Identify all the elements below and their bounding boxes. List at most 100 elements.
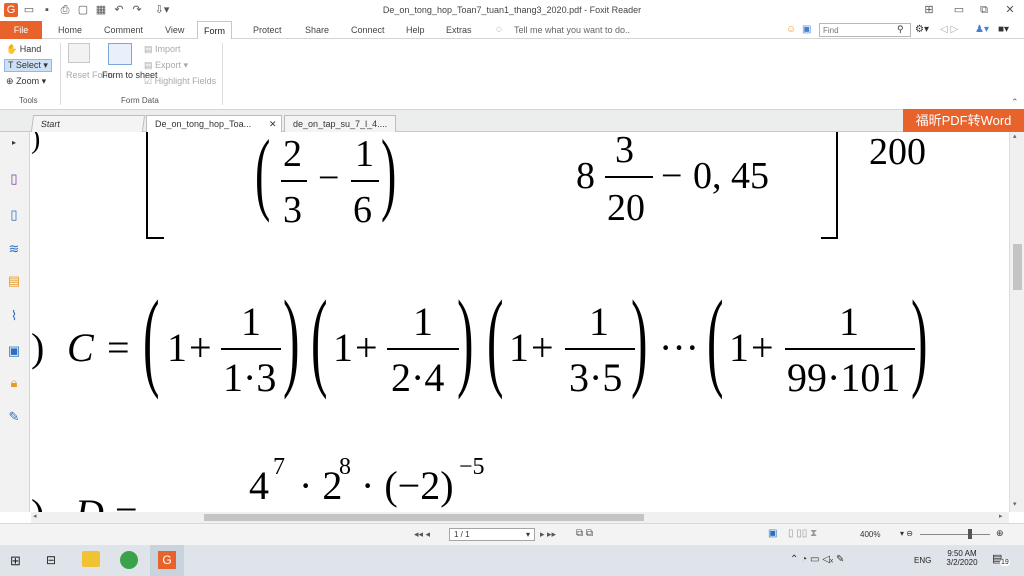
tab-connect[interactable]: Connect <box>345 21 391 39</box>
export-button[interactable]: ▤ Export ▾ <box>144 60 188 71</box>
tell-me-box[interactable]: Tell me what you want to do.. <box>508 21 636 39</box>
tab-comment[interactable]: Comment <box>98 21 149 39</box>
layers-icon[interactable]: ≋ <box>5 240 23 258</box>
scroll-up-icon[interactable]: ▴ <box>1013 132 1017 140</box>
scroll-left-icon[interactable]: ◂ <box>33 512 37 520</box>
collapse-ribbon-icon[interactable]: ⌃ <box>1011 97 1019 108</box>
close-tab-icon[interactable]: ✕ <box>269 116 277 132</box>
ellipsis: ··· <box>659 325 699 370</box>
notification-icon[interactable]: ▣ <box>802 24 811 35</box>
bookmark-icon[interactable]: ▯ <box>5 170 23 188</box>
hand-tool[interactable]: ✋ Hand <box>6 44 41 55</box>
alert-icon[interactable]: ♟▾ <box>975 24 989 35</box>
paren-close: ) <box>911 278 928 400</box>
paren-open: ( <box>143 278 160 400</box>
clock[interactable]: 9:50 AM 3/2/2020 <box>942 549 982 567</box>
select-tool[interactable]: T Select ▾ <box>4 59 52 72</box>
settings-icon[interactable]: ⚙▾ <box>915 24 929 35</box>
zoom-icon: ⊕ <box>6 76 14 86</box>
attachments-icon[interactable]: ⌇ <box>5 307 23 325</box>
doc-tab-start[interactable]: Start <box>30 115 146 132</box>
doc-tab-label: De_on_tong_hop_Toa... <box>155 119 252 129</box>
zoom-tool[interactable]: ⊕ Zoom ▾ <box>6 76 46 87</box>
variable-d: D <box>75 490 104 512</box>
zoom-level[interactable]: 400% <box>860 530 880 539</box>
scroll-thumb[interactable] <box>1013 244 1022 290</box>
doc-tab-other[interactable]: de_on_tap_su_7_l_4.... <box>284 115 396 132</box>
bracket-right <box>836 132 838 239</box>
minus-sign: − <box>661 155 683 197</box>
comments-icon[interactable]: ▤ <box>5 272 23 290</box>
frac-bar <box>221 348 281 350</box>
zoom-in-icon[interactable]: ⊕ <box>996 528 1004 539</box>
security-lock-icon[interactable]: 🔒︎ <box>5 374 23 392</box>
bracket-left <box>146 132 148 239</box>
paren-close: ) <box>457 278 474 400</box>
file-explorer-icon[interactable] <box>82 551 100 567</box>
continuous-page-icon[interactable]: ▯ ▯▯ ⧗ <box>788 528 817 539</box>
zoom-dropdown-icon[interactable]: ▾ ⊖ <box>900 529 913 538</box>
pdf-to-word-promo[interactable]: 福昕PDF转Word <box>903 109 1024 132</box>
expand-panel-icon[interactable]: ▸ <box>12 138 16 147</box>
scroll-down-icon[interactable]: ▾ <box>1013 500 1017 508</box>
tab-help[interactable]: Help <box>400 21 431 39</box>
exponent: −5 <box>459 454 485 480</box>
account-icon[interactable]: ■▾ <box>998 24 1009 35</box>
title-bar: G ▭ ▪ ⎙ ▢ ▦ ↶ ↷ ⇩▾ De_on_tong_hop_Toan7_… <box>0 0 1024 21</box>
zoom-label: Zoom <box>16 76 40 86</box>
window-title: De_on_tong_hop_Toan7_tuan1_thang3_2020.p… <box>382 5 642 15</box>
form-to-sheet-button[interactable]: Form to sheet <box>102 70 158 81</box>
foxit-taskbar-button[interactable]: G <box>150 545 184 576</box>
lightbulb-icon: ◌ <box>496 24 502 35</box>
scroll-thumb[interactable] <box>204 514 644 521</box>
language-indicator[interactable]: ENG <box>914 556 931 565</box>
base-four: 4 <box>249 463 269 508</box>
scroll-right-icon[interactable]: ▸ <box>999 512 1003 520</box>
feedback-icon[interactable]: ☺ <box>786 24 796 35</box>
plus-sign: + <box>189 325 212 370</box>
task-view-icon[interactable]: ⊟ <box>46 553 56 567</box>
hand-label: Hand <box>19 44 42 54</box>
tab-extras[interactable]: Extras <box>440 21 478 39</box>
view-pages-icon[interactable]: ⧉ ⧉ <box>576 528 593 539</box>
frac-bar <box>387 348 459 350</box>
term-one: 1 <box>333 325 353 370</box>
fields-icon[interactable]: ✎ <box>5 408 23 426</box>
tab-share[interactable]: Share <box>299 21 335 39</box>
ribbon-panel: ✋ Hand T Select ▾ ⊕ Zoom ▾ Tools Reset F… <box>0 39 1024 110</box>
minimize-icon[interactable]: ▭ <box>952 3 966 17</box>
import-button[interactable]: ▤ Import <box>144 44 181 55</box>
doc-tab-current[interactable]: De_on_tong_hop_Toa... ✕ <box>146 115 282 132</box>
tab-protect[interactable]: Protect <box>247 21 288 39</box>
frac-bar <box>281 180 307 182</box>
reset-form-button[interactable]: Reset Form <box>66 70 113 81</box>
search-icon[interactable]: ⚲ <box>897 24 904 35</box>
action-center-icon[interactable]: ▤ 19 <box>992 552 1012 568</box>
highlight-fields-checkbox[interactable]: ☑ Highlight Fields <box>144 76 216 87</box>
page-number-field[interactable]: 1 / 1 ▾ <box>449 528 535 541</box>
pages-icon[interactable]: ▯ <box>5 206 23 224</box>
first-page-icon[interactable]: ◂◂ ◂ <box>414 529 430 540</box>
tab-file[interactable]: File <box>0 21 42 39</box>
zoom-slider[interactable] <box>920 534 990 535</box>
zoom-slider-thumb[interactable] <box>968 529 972 539</box>
tab-home[interactable]: Home <box>52 21 88 39</box>
exponent: 7 <box>273 454 285 480</box>
tab-form[interactable]: Form <box>197 21 232 40</box>
next-page-icon[interactable]: ▸ ▸▸ <box>540 529 556 540</box>
close-icon[interactable]: ✕ <box>1003 3 1017 17</box>
signature-icon[interactable]: ▣ <box>5 342 23 360</box>
windows-start-icon[interactable]: ⊞ <box>10 553 21 569</box>
system-tray-icons[interactable]: ⌃ ◔ ▭ ◁ₓ ✎ <box>790 554 844 565</box>
frac-num: 1 <box>589 299 609 344</box>
horizontal-scrollbar[interactable]: ◂ ▸ <box>31 512 1009 523</box>
tab-view[interactable]: View <box>159 21 190 39</box>
layout-icon[interactable]: ⊞ <box>922 3 936 17</box>
vertical-scrollbar[interactable]: ▴ ▾ <box>1009 132 1024 512</box>
restore-icon[interactable]: ⧉ <box>977 3 991 17</box>
select-label: Select <box>15 60 41 70</box>
single-page-icon[interactable]: ▣ <box>768 528 777 539</box>
coccoc-browser-icon[interactable] <box>120 551 138 569</box>
base-two: · 2 <box>299 463 343 508</box>
back-icon[interactable]: ◁ ▷ <box>940 24 958 35</box>
